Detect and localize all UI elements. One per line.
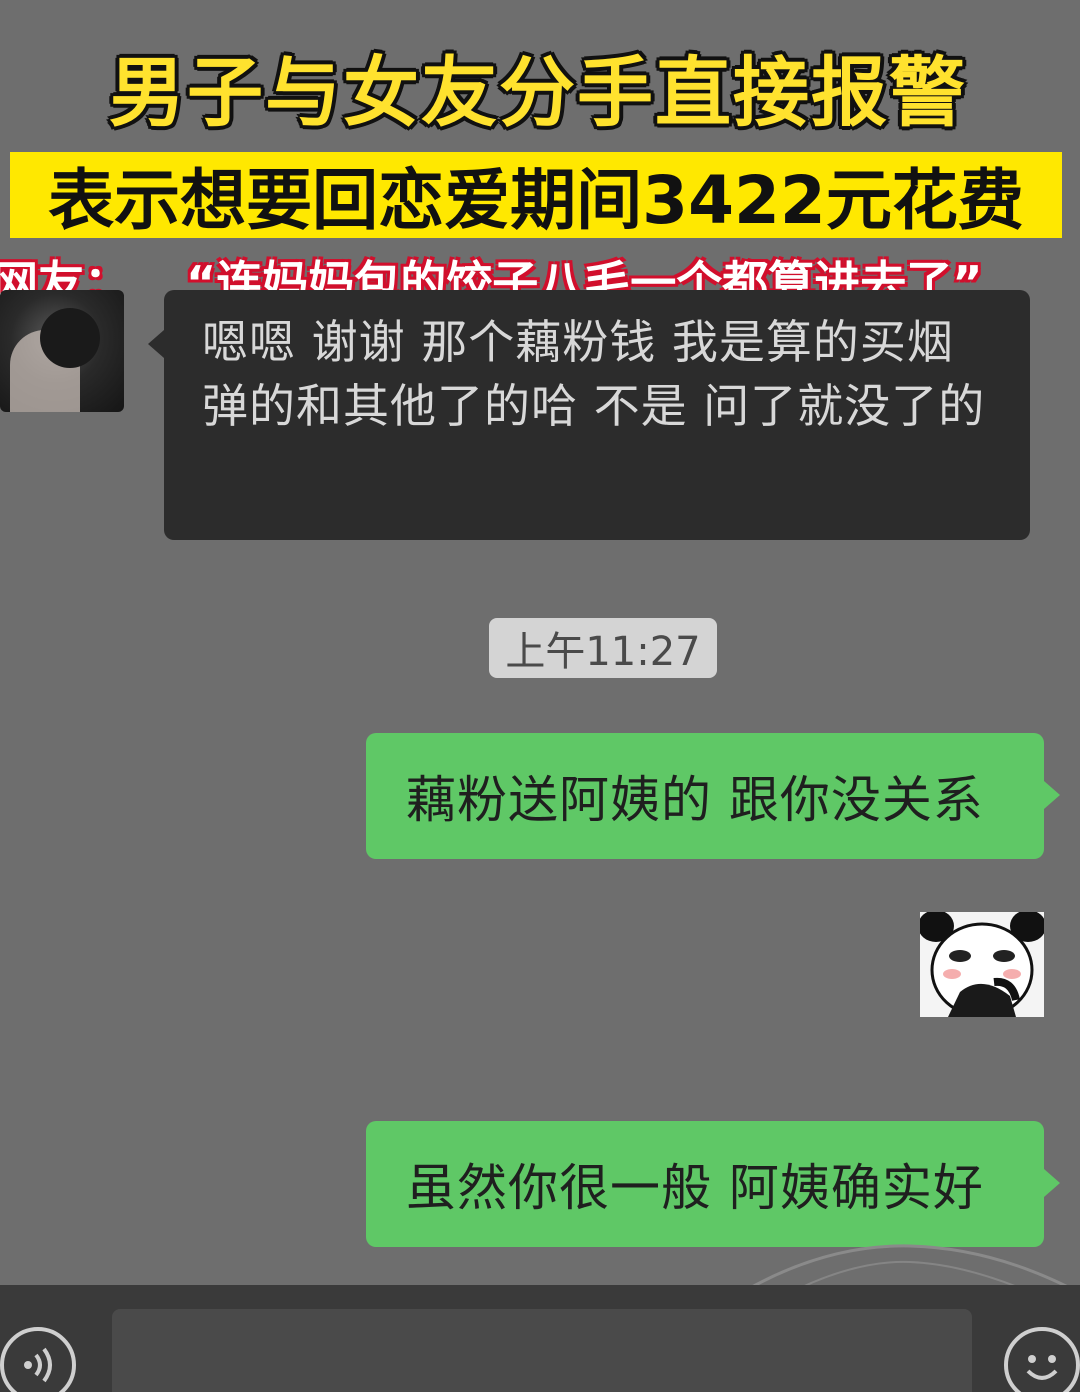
outgoing-message-bubble[interactable]: 藕粉送阿姨的 跟你没关系: [366, 733, 1060, 859]
outgoing-message-bubble[interactable]: 虽然你很一般 阿姨确实好: [366, 1121, 1060, 1247]
message-input[interactable]: [112, 1309, 972, 1392]
panda-face-icon: [920, 912, 1044, 1017]
background-doodle: [749, 1244, 1071, 1290]
headline-line-1-text: 男子与女友分手直接报警: [109, 48, 967, 137]
headline-banner: 表示想要回恋爱期间3422元花费: [10, 152, 1062, 239]
outgoing-message-text: 藕粉送阿姨的 跟你没关系: [406, 771, 984, 829]
headline-line-2-text: 表示想要回恋爱期间3422元花费: [48, 162, 1024, 239]
smiley-icon: [1026, 1355, 1058, 1380]
chat-input-bar: [0, 1285, 1080, 1392]
headline-line-1: 男子与女友分手直接报警: [108, 48, 968, 138]
contact-avatar[interactable]: [0, 290, 124, 412]
emoji-icon[interactable]: [1004, 1327, 1080, 1392]
voice-icon[interactable]: [0, 1327, 76, 1392]
chat-screen: 男子与女友分手直接报警 表示想要回恋爱期间3422元花费 网友： “连妈妈包的饺…: [0, 0, 1080, 1392]
voice-wave-icon: [24, 1347, 52, 1383]
panda-meme-sticker[interactable]: [920, 912, 1044, 1017]
incoming-message-bubble[interactable]: 嗯嗯 谢谢 那个藕粉钱 我是算的买烟弹的和其他了的哈 不是 问了就没了的: [148, 290, 1030, 540]
message-timestamp: 上午11:27: [489, 618, 717, 678]
outgoing-message-text: 虽然你很一般 阿姨确实好: [406, 1159, 984, 1217]
timestamp-text: 上午11:27: [505, 629, 701, 675]
incoming-message-text: 嗯嗯 谢谢 那个藕粉钱 我是算的买烟弹的和其他了的哈 不是 问了就没了的: [202, 315, 986, 433]
